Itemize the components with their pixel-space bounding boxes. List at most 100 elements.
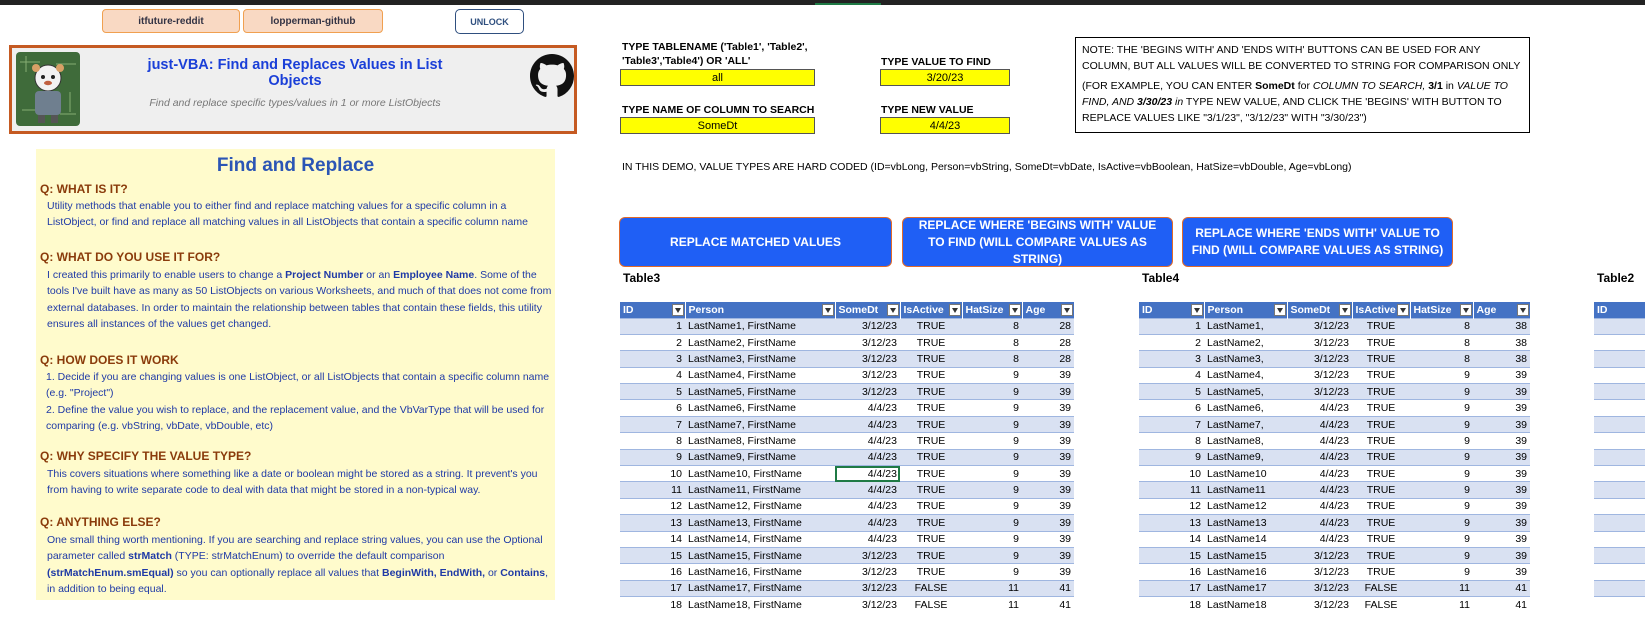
cell-isactive[interactable]: TRUE	[900, 383, 962, 400]
cell-id[interactable]: 1	[1139, 317, 1204, 335]
cell-age[interactable]: 39	[1473, 366, 1530, 384]
filter-dropdown-icon[interactable]	[1459, 304, 1472, 316]
cell-isactive[interactable]: TRUE	[900, 415, 962, 433]
cell-isactive[interactable]: TRUE	[900, 546, 962, 564]
cell-isactive[interactable]: FALSE	[1352, 579, 1410, 597]
cell-person[interactable]: LastName10	[1204, 465, 1287, 482]
cell-person[interactable]: LastName6,	[1204, 399, 1287, 417]
cell-person[interactable]: LastName17, FirstName	[685, 579, 835, 597]
cell-id[interactable]: 3	[620, 350, 685, 368]
column-header-id[interactable]: ID	[1139, 302, 1205, 318]
cell-isactive[interactable]: TRUE	[1352, 546, 1410, 564]
filter-dropdown-icon[interactable]	[1273, 304, 1286, 316]
cell-isactive[interactable]: FALSE	[900, 579, 962, 597]
cell-person[interactable]: LastName5, FirstName	[685, 383, 835, 400]
cell-somedt[interactable]: 3/12/23	[835, 579, 900, 597]
cell-id[interactable]: 16	[620, 563, 685, 581]
cell-person[interactable]: LastName17	[1204, 579, 1287, 597]
cell-hatsize[interactable]: 8	[1410, 350, 1473, 368]
cell-hatsize[interactable]: 9	[1410, 563, 1473, 581]
cell-id[interactable]: 8	[620, 432, 685, 450]
column-header-somedt[interactable]: SomeDt	[835, 302, 901, 318]
cell-somedt[interactable]: 3/12/23	[1287, 546, 1352, 564]
cell-person[interactable]: LastName7,	[1204, 415, 1287, 433]
cell-age[interactable]: 39	[1022, 432, 1074, 450]
column-header-id[interactable]: ID	[620, 302, 686, 318]
cell-somedt[interactable]: 4/4/23	[1287, 497, 1352, 515]
cell-somedt[interactable]: 4/4/23	[1287, 530, 1352, 548]
cell-isactive[interactable]: TRUE	[1352, 530, 1410, 548]
cell-hatsize[interactable]: 9	[1410, 546, 1473, 564]
cell-age[interactable]: 39	[1473, 514, 1530, 532]
replace-begins-with-button[interactable]: REPLACE WHERE 'BEGINS WITH' VALUE TO FIN…	[902, 217, 1173, 267]
cell-id[interactable]: 13	[1139, 514, 1204, 532]
cell-id[interactable]: 5	[620, 383, 685, 400]
cell-id[interactable]: 9	[620, 448, 685, 466]
cell-hatsize[interactable]: 8	[1410, 333, 1473, 351]
cell-isactive[interactable]: TRUE	[1352, 350, 1410, 368]
cell-age[interactable]: 41	[1473, 596, 1530, 614]
cell-somedt[interactable]: 4/4/23	[1287, 448, 1352, 466]
cell-age[interactable]: 39	[1022, 546, 1074, 564]
cell-hatsize[interactable]: 9	[1410, 465, 1473, 482]
cell-id[interactable]: 11	[620, 481, 685, 499]
cell-id[interactable]: 17	[1139, 579, 1204, 597]
cell-somedt[interactable]: 3/12/23	[835, 350, 900, 368]
cell-somedt[interactable]: 4/4/23	[1287, 514, 1352, 532]
cell-isactive[interactable]: TRUE	[1352, 333, 1410, 351]
cell-age[interactable]: 39	[1022, 497, 1074, 515]
cell-person[interactable]: LastName9,	[1204, 448, 1287, 466]
cell-age[interactable]: 41	[1022, 596, 1074, 614]
cell-isactive[interactable]: TRUE	[1352, 514, 1410, 532]
cell-hatsize[interactable]: 9	[1410, 497, 1473, 515]
cell-hatsize[interactable]: 9	[1410, 399, 1473, 417]
cell-id[interactable]	[1594, 465, 1645, 482]
cell-somedt[interactable]: 3/12/23	[835, 596, 900, 614]
cell-id[interactable]	[1594, 350, 1645, 368]
cell-person[interactable]: LastName8,	[1204, 432, 1287, 450]
github-link-button[interactable]: lopperman-github	[243, 9, 383, 33]
cell-hatsize[interactable]: 9	[962, 514, 1022, 532]
cell-id[interactable]: 7	[620, 415, 685, 433]
cell-id[interactable]	[1594, 530, 1645, 548]
cell-id[interactable]: 6	[620, 399, 685, 417]
cell-id[interactable]: 12	[1139, 497, 1204, 515]
column-header-person[interactable]: Person	[1204, 302, 1288, 318]
cell-person[interactable]: LastName10, FirstName	[685, 465, 835, 482]
cell-somedt[interactable]: 3/12/23	[1287, 333, 1352, 351]
cell-age[interactable]: 39	[1022, 530, 1074, 548]
cell-somedt[interactable]: 4/4/23	[835, 497, 900, 515]
cell-id[interactable]: 10	[1139, 465, 1204, 482]
cell-isactive[interactable]: TRUE	[1352, 366, 1410, 384]
cell-somedt[interactable]: 3/12/23	[1287, 383, 1352, 400]
cell-person[interactable]: LastName5,	[1204, 383, 1287, 400]
cell-hatsize[interactable]: 9	[962, 497, 1022, 515]
cell-age[interactable]: 39	[1022, 415, 1074, 433]
cell-hatsize[interactable]: 8	[962, 317, 1022, 335]
cell-id[interactable]	[1594, 317, 1645, 335]
cell-person[interactable]: LastName14	[1204, 530, 1287, 548]
cell-hatsize[interactable]: 9	[1410, 432, 1473, 450]
cell-id[interactable]: 15	[620, 546, 685, 564]
cell-id[interactable]: 11	[1139, 481, 1204, 499]
cell-isactive[interactable]: TRUE	[900, 465, 962, 482]
column-name-input[interactable]: SomeDt	[620, 117, 815, 134]
cell-person[interactable]: LastName16	[1204, 563, 1287, 581]
cell-isactive[interactable]: TRUE	[900, 432, 962, 450]
cell-isactive[interactable]: TRUE	[1352, 481, 1410, 499]
filter-dropdown-icon[interactable]	[886, 304, 899, 316]
cell-person[interactable]: LastName2,	[1204, 333, 1287, 351]
cell-id[interactable]: 14	[620, 530, 685, 548]
cell-id[interactable]: 12	[620, 497, 685, 515]
cell-id[interactable]: 10	[620, 465, 685, 482]
cell-hatsize[interactable]: 9	[962, 481, 1022, 499]
cell-hatsize[interactable]: 9	[962, 530, 1022, 548]
github-icon[interactable]	[530, 54, 574, 98]
cell-hatsize[interactable]: 9	[962, 546, 1022, 564]
cell-age[interactable]: 39	[1473, 465, 1530, 482]
cell-hatsize[interactable]: 11	[962, 596, 1022, 614]
cell-hatsize[interactable]: 9	[962, 448, 1022, 466]
cell-id[interactable]: 17	[620, 579, 685, 597]
cell-isactive[interactable]: FALSE	[1352, 596, 1410, 614]
cell-somedt[interactable]: 3/12/23	[1287, 366, 1352, 384]
